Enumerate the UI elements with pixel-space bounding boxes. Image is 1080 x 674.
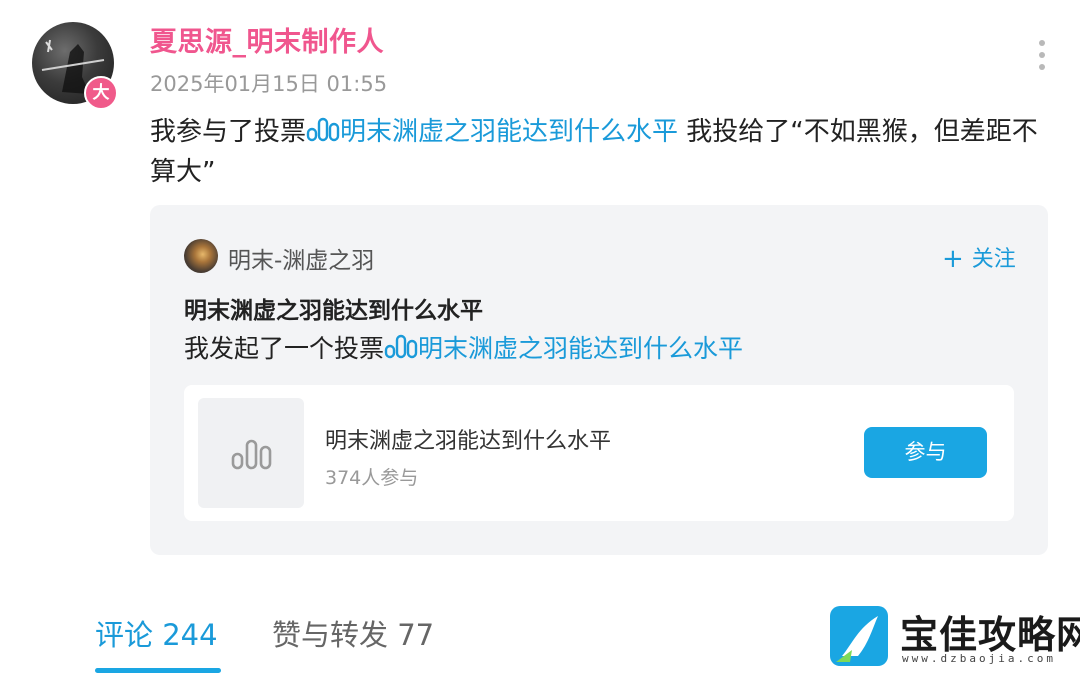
vote-link[interactable]: 明末渊虚之羽能达到什么水平 bbox=[340, 117, 678, 147]
post-timestamp: 2025年01月15日 01:55 bbox=[150, 72, 388, 96]
vote-widget[interactable]: 明末渊虚之羽能达到什么水平 374人参与 参与 bbox=[184, 385, 1014, 521]
verified-badge: 大 bbox=[84, 76, 118, 110]
site-watermark: 宝佳攻略网 www.dzbaojia.com bbox=[828, 600, 1080, 674]
vote-bars-icon bbox=[384, 334, 418, 359]
post-content: 我参与了投票 明末渊虚之羽能达到什么水平 我投给了“不如黑猴，但差距不算大” bbox=[150, 112, 1040, 192]
tab-comments[interactable]: 评论 244 bbox=[95, 612, 218, 654]
card-title: 明末渊虚之羽能达到什么水平 bbox=[184, 298, 483, 324]
follow-label: 关注 bbox=[971, 247, 1016, 272]
card-description: 我发起了一个投票 明末渊虚之羽能达到什么水平 bbox=[184, 329, 743, 365]
active-tab-indicator bbox=[95, 668, 221, 673]
card-author-avatar[interactable] bbox=[184, 239, 218, 273]
watermark-url: www.dzbaojia.com bbox=[902, 652, 1056, 665]
join-vote-button[interactable]: 参与 bbox=[864, 427, 987, 478]
card-desc-prefix: 我发起了一个投票 bbox=[184, 334, 385, 363]
vote-share-card[interactable]: 明末-渊虚之羽 + 关注 明末渊虚之羽能达到什么水平 我发起了一个投票 明末渊虚之羽… bbox=[150, 205, 1048, 555]
vote-participant-count: 374人参与 bbox=[325, 467, 419, 489]
card-author-name[interactable]: 明末-渊虚之羽 bbox=[228, 241, 374, 275]
username[interactable]: 夏思源_明末制作人 bbox=[150, 20, 384, 59]
card-vote-link[interactable]: 明末渊虚之羽能达到什么水平 bbox=[418, 334, 743, 363]
post-text-prefix: 我参与了投票 bbox=[150, 117, 307, 147]
tab-likes-reposts[interactable]: 赞与转发 77 bbox=[272, 612, 434, 654]
follow-button[interactable]: + 关注 bbox=[942, 241, 1016, 274]
more-vertical-icon[interactable] bbox=[1030, 40, 1054, 76]
plus-icon: + bbox=[942, 244, 964, 274]
vote-title: 明末渊虚之羽能达到什么水平 bbox=[325, 429, 612, 454]
vote-thumbnail bbox=[198, 398, 304, 508]
watermark-title: 宝佳攻略网 bbox=[900, 612, 1080, 657]
watermark-logo-icon bbox=[830, 606, 888, 666]
vote-bars-icon bbox=[306, 117, 340, 142]
vote-bars-icon bbox=[231, 439, 272, 470]
